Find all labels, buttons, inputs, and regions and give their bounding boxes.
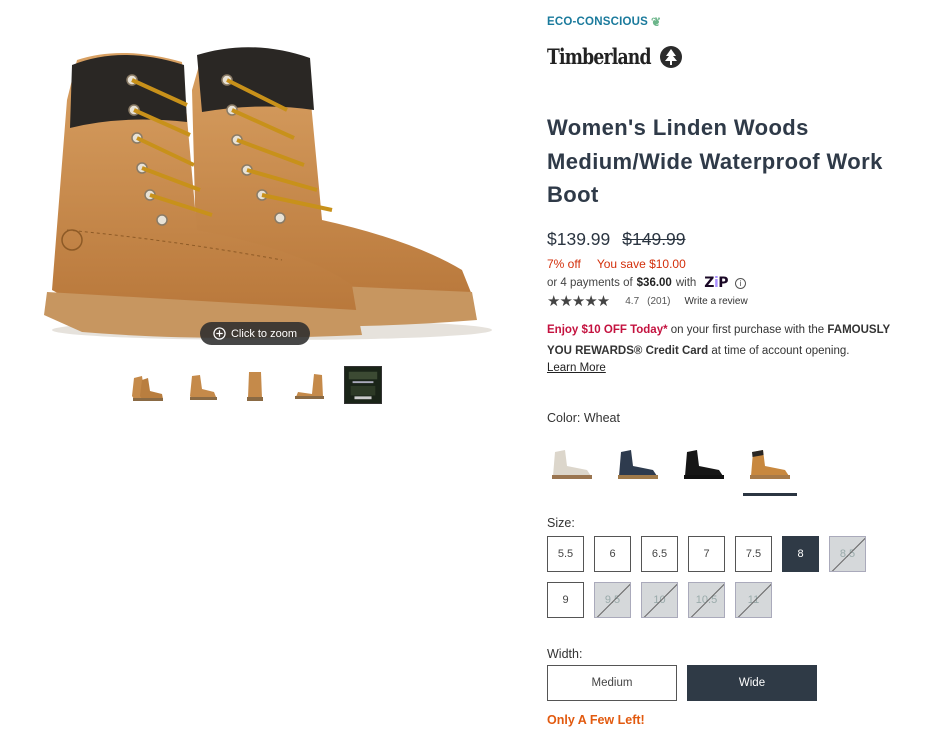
eco-label: ECO-CONSCIOUS bbox=[547, 16, 648, 28]
size-option-unavailable[interactable]: 10 bbox=[641, 582, 678, 618]
size-option-unavailable[interactable]: 11 bbox=[735, 582, 772, 618]
size-option[interactable]: 6.5 bbox=[641, 536, 678, 572]
product-main-image[interactable] bbox=[22, 30, 492, 360]
width-option-medium[interactable]: Medium bbox=[547, 665, 677, 701]
installment-info: or 4 payments of $36.00 with ZiP i bbox=[547, 275, 747, 291]
promo-highlight: Enjoy $10 OFF Today* bbox=[547, 324, 668, 336]
color-swatch-black[interactable] bbox=[679, 437, 729, 487]
rating-row[interactable]: ★★★★★ 4.7 (201) Write a review bbox=[547, 292, 748, 310]
thumbnail-side[interactable] bbox=[290, 366, 328, 404]
product-title: Women's Linden Woods Medium/Wide Waterpr… bbox=[547, 115, 883, 207]
size-options: 5.5 6 6.5 7 7.5 8 8.5 9 9.5 10 10.5 11 bbox=[547, 536, 877, 618]
size-option-unavailable[interactable]: 10.5 bbox=[688, 582, 725, 618]
installment-prefix: or 4 payments of bbox=[547, 277, 633, 289]
size-option[interactable]: 7 bbox=[688, 536, 725, 572]
review-count: (201) bbox=[647, 295, 671, 307]
color-label: Color: Wheat bbox=[547, 411, 620, 425]
installment-amount: $36.00 bbox=[636, 277, 672, 289]
tree-icon bbox=[660, 45, 683, 68]
size-option[interactable]: 7.5 bbox=[735, 536, 772, 572]
thumbnail-pair-side[interactable] bbox=[128, 366, 166, 404]
original-price: $149.99 bbox=[622, 229, 686, 249]
stock-status: Only A Few Left! bbox=[547, 713, 645, 727]
color-swatch-white[interactable] bbox=[547, 437, 597, 487]
zip-logo: ZiP bbox=[704, 275, 729, 291]
thumbnail-video[interactable] bbox=[344, 366, 382, 404]
size-option-unavailable[interactable]: 8.5 bbox=[829, 536, 866, 572]
size-option-unavailable[interactable]: 9.5 bbox=[594, 582, 631, 618]
leaf-icon: ❦ bbox=[651, 15, 662, 29]
color-swatch-wheat[interactable] bbox=[743, 437, 797, 496]
width-option-wide[interactable]: Wide bbox=[687, 665, 817, 701]
savings-amount: You save $10.00 bbox=[596, 257, 686, 271]
write-review-link[interactable]: Write a review bbox=[685, 296, 748, 307]
size-label: Size: bbox=[547, 516, 575, 530]
rating-value: 4.7 bbox=[625, 295, 640, 307]
eco-conscious-badge[interactable]: ECO-CONSCIOUS ❦ bbox=[547, 15, 661, 29]
installment-suffix: with bbox=[675, 277, 697, 289]
percent-off: 7% off bbox=[547, 257, 581, 271]
thumbnail-front[interactable] bbox=[236, 366, 274, 404]
brand-name: Timberland bbox=[547, 44, 652, 69]
thumbnail-single[interactable] bbox=[182, 366, 220, 404]
zoom-label: Click to zoom bbox=[230, 327, 298, 340]
price-row: $139.99 $149.99 bbox=[547, 229, 686, 250]
color-swatches bbox=[547, 437, 797, 496]
brand-logo[interactable]: Timberland bbox=[547, 44, 683, 69]
click-to-zoom-button[interactable]: Click to zoom bbox=[200, 322, 310, 345]
size-option[interactable]: 6 bbox=[594, 536, 631, 572]
color-swatch-navy[interactable] bbox=[613, 437, 663, 487]
info-icon[interactable]: i bbox=[735, 277, 747, 289]
zoom-plus-icon bbox=[213, 327, 226, 340]
thumbnail-strip bbox=[128, 366, 382, 404]
credit-card-promo: Enjoy $10 OFF Today* on your first purch… bbox=[547, 324, 891, 357]
size-option-selected[interactable]: 8 bbox=[782, 536, 819, 572]
star-rating-icon: ★★★★★ bbox=[547, 293, 610, 310]
current-price: $139.99 bbox=[547, 229, 611, 249]
size-option[interactable]: 5.5 bbox=[547, 536, 584, 572]
width-label: Width: bbox=[547, 647, 583, 661]
size-option[interactable]: 9 bbox=[547, 582, 584, 618]
discount-info: 7% off You save $10.00 bbox=[547, 257, 686, 271]
width-options: Medium Wide bbox=[547, 665, 817, 701]
learn-more-link[interactable]: Learn More bbox=[547, 362, 606, 374]
